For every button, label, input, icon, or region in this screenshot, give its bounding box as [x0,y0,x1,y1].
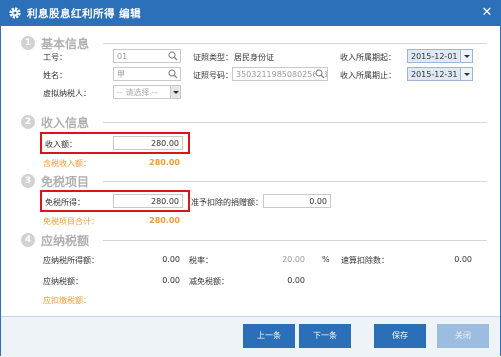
name-label: 姓名： [43,71,67,80]
period-start-label: 收入所属期起： [340,53,396,62]
save-button[interactable]: 保存 [374,324,426,348]
next-button[interactable]: 下一条 [299,324,351,348]
chevron-down-icon[interactable] [460,50,472,62]
tax-relief-value: 0.00 [287,276,305,285]
tax-payable-value: 0.00 [162,276,180,285]
period-end-label: 收入所属期止： [340,71,396,80]
period-start-select[interactable]: 2015-12-01 [407,49,473,63]
id-number-field[interactable]: 350321198508025628 [232,67,328,81]
income-amount-label: 收入额： [45,140,77,149]
divider [103,122,487,123]
id-number-label: 证照号码： [193,71,233,80]
section-number-4: 4 [21,233,35,247]
quick-deduction-label: 速算扣除数： [341,256,389,265]
chevron-down-icon[interactable] [460,68,472,80]
exempt-total-label: 免税项目合计： [43,217,99,226]
taxable-amount-value: 0.00 [162,255,180,264]
employee-id-label: 工号： [43,53,67,62]
section-title-basic: 基本信息 [41,37,90,51]
taxable-amount-label: 应纳税所得额： [43,256,99,265]
name-field[interactable]: 甲 [113,67,181,81]
period-start-value: 2015-12-01 [411,52,458,61]
id-type-label: 证照类型： [193,53,233,62]
section-title-income: 收入信息 [41,116,90,130]
divider [103,240,487,241]
search-icon[interactable] [168,51,178,61]
close-button[interactable]: 关闭 [437,324,489,348]
window-title: 利息股息红利所得 编辑 [27,8,142,20]
tax-rate-label: 税率： [189,256,213,265]
exempt-income-input[interactable]: 280.00 [113,194,183,208]
section-number-2: 2 [21,115,35,129]
quick-deduction-value: 0.00 [454,255,472,264]
tax-rate-unit: % [322,255,330,264]
exempt-total-value: 280.00 [149,216,180,225]
section-title-tax: 应纳税额 [41,234,90,248]
tax-payable-label: 应纳税额： [43,277,83,286]
close-icon[interactable]: ✕ [479,5,495,21]
withholding-agent-label: 虚拟纳税人： [43,89,91,98]
prev-button[interactable]: 上一条 [243,324,295,348]
period-end-select[interactable]: 2015-12-31 [407,67,473,81]
title-bar: 利息股息红利所得 编辑 ✕ [0,0,501,26]
withholding-agent-value: -- 请选择 -- [117,88,158,97]
donation-input[interactable]: 0.00 [263,194,331,208]
divider [103,43,487,44]
income-amount-input[interactable]: 280.00 [113,136,183,150]
tax-relief-label: 减免税额： [189,277,229,286]
donation-label: 准予扣除的捐赠额： [191,198,263,207]
taxable-income-label: 含税收入额： [43,159,91,168]
section-number-3: 3 [21,174,35,188]
divider [103,181,487,182]
period-end-value: 2015-12-31 [411,70,458,79]
employee-id-field[interactable]: 01 [113,49,181,63]
id-number-value: 350321198508025628 [236,70,328,79]
withheld-tax-label: 应扣缴税额： [43,296,91,305]
employee-id-value: 01 [117,52,128,61]
exempt-income-label: 免税所得： [45,198,85,207]
withholding-agent-select[interactable]: -- 请选择 -- [113,85,181,99]
chevron-down-icon[interactable] [170,86,180,98]
section-number-1: 1 [21,36,35,50]
name-value: 甲 [117,70,125,79]
section-title-exempt: 免税项目 [41,175,90,189]
search-icon[interactable] [315,69,325,79]
gear-icon [9,7,21,19]
tax-rate-value: 20.00 [282,255,305,264]
id-type-value: 居民身份证 [234,53,274,62]
search-icon[interactable] [168,69,178,79]
taxable-income-value: 280.00 [149,158,180,167]
